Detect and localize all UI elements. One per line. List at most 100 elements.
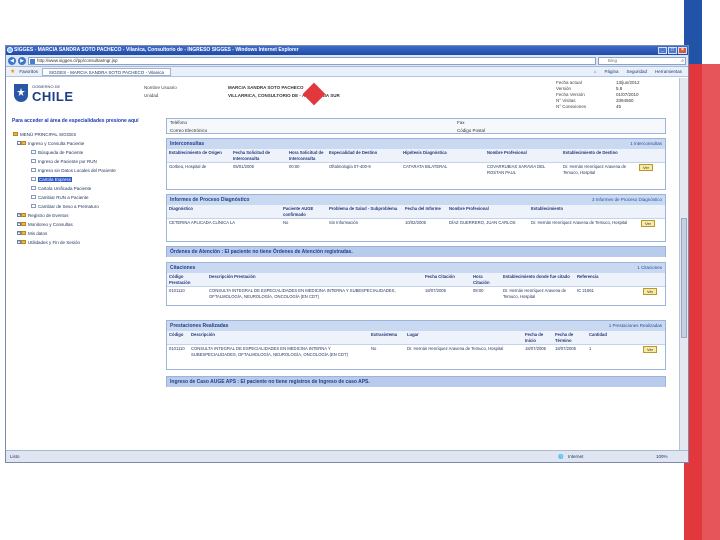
favorites-star-icon[interactable]: ★ [10, 68, 15, 75]
table-cell: No [283, 220, 289, 225]
window-title: SIGGES - MARCIA SANDRA SOTO PACHECO - Vi… [14, 47, 299, 53]
home-icon[interactable]: ⌂ [592, 68, 599, 76]
ordenes-title: Órdenes de Atención : El paciente no tie… [167, 247, 665, 257]
sidebar-item-label: Mis datos [28, 231, 48, 236]
favorites-label[interactable]: Favoritos [19, 69, 38, 74]
page-icon [31, 186, 36, 190]
page-icon [31, 159, 36, 163]
window-titlebar: SIGGES - MARCIA SANDRA SOTO PACHECO - Vi… [6, 46, 688, 55]
sidebar-item-label: Cartola Express [38, 177, 73, 182]
internet-zone-icon: 🌐 [558, 454, 564, 459]
table-cell: Ver [639, 219, 663, 228]
browser-tab[interactable]: SIGGES - MARCIA SANDRA SOTO PACHECO - Vi… [41, 67, 171, 76]
column-header: Establecimiento donde fue citado [503, 274, 570, 279]
sigges-header: GOBIERNO DE CHILE Nombre Usuario Unidad … [6, 78, 680, 118]
codigo-postal-label: Código Postal [457, 128, 486, 133]
close-button[interactable]: × [678, 47, 687, 54]
sidebar-item-9[interactable]: + Registro de Eventos [12, 211, 164, 220]
favicon-icon [30, 58, 35, 64]
sidebar-item-label: Cambiar RUN a Paciente [38, 195, 89, 200]
scrollbar-thumb[interactable] [681, 218, 687, 338]
toolbar-security[interactable]: Seguridad [624, 68, 649, 76]
table-cell: No [371, 346, 377, 351]
gobierno-logo: GOBIERNO DE CHILE [14, 82, 74, 112]
informes-title: Informes de Proceso Diagnóstico 3 Inform… [167, 195, 665, 205]
sidebar-item-label: Ingreso y Consulta Paciente [28, 141, 85, 146]
ver-button[interactable]: Ver [643, 346, 658, 353]
table-row: CETERINA APLICADA CLÍNICA LA No Sin Inform… [167, 219, 665, 228]
ver-button[interactable]: Ver [639, 164, 654, 171]
column-header [641, 273, 663, 286]
search-icon[interactable]: ⌕ [681, 58, 684, 64]
table-row: 0101110 CONSULTA INTEGRAL DE ESPECIALIDAD… [167, 345, 665, 358]
column-header: Cantidad [589, 332, 607, 337]
citaciones-panel: Citaciones 1 Citaciones Código Prestació… [166, 262, 666, 306]
especialidades-link[interactable]: Para acceder al área de especialidades p… [12, 118, 164, 124]
shield-icon [14, 84, 28, 102]
sidebar-item-10[interactable]: + Monitoreo y Consultas [12, 220, 164, 229]
citaciones-header-row: Código Prestación Descripción Prestación F… [167, 273, 665, 287]
back-icon[interactable]: ◀ [8, 56, 16, 65]
ver-button[interactable]: Ver [641, 220, 656, 227]
vertical-scrollbar[interactable] [679, 78, 688, 452]
table-cell: 00:00 [289, 164, 300, 169]
user-name-label: Nombre Usuario [144, 85, 177, 90]
table-cell: CATARATA BILATERAL [403, 164, 448, 169]
url-text: http://www.sigges.cl/pp/consultasIngr.js… [37, 57, 118, 63]
prestaciones-header-row: Código Descripción Extrasistema Lugar Fecha … [167, 331, 665, 345]
minimize-button[interactable]: _ [658, 47, 667, 54]
table-cell: 18/07/2005 [555, 346, 576, 351]
table-cell: 18/07/2005 [425, 288, 446, 293]
ingreso-auge-title: Ingreso de Caso AUGE APS : El paciente n… [167, 377, 665, 387]
forward-icon[interactable]: ▶ [18, 56, 26, 65]
sidebar-item-7[interactable]: Cambiar RUN a Paciente [12, 193, 164, 202]
column-header: Especialidad de Destino [329, 150, 378, 155]
table-cell: Dr. Hernán Henríquez Aravena de Temuco, … [407, 346, 504, 351]
toolbar-page[interactable]: Página [602, 68, 620, 76]
column-header: Problema de Salud - Subproblema [329, 206, 398, 211]
sidebar-item-4[interactable]: Ingreso sin Datos Locales del Paciente [12, 166, 164, 175]
folder-icon [21, 231, 26, 235]
maximize-button[interactable]: □ [668, 47, 677, 54]
zoom-level[interactable]: 100% [656, 454, 668, 459]
sidebar-item-11[interactable]: + Mis datos [12, 229, 164, 238]
interconsultas-header-row: Establecimiento de Origen Fecha Solicitud… [167, 149, 665, 163]
column-header: Descripción Prestación [209, 274, 256, 279]
page-icon [31, 168, 36, 172]
sidebar-item-2[interactable]: Búsqueda de Paciente [12, 148, 164, 157]
ver-button[interactable]: Ver [643, 288, 658, 295]
ingreso-auge-panel: Ingreso de Caso AUGE APS : El paciente n… [166, 376, 666, 387]
column-header: Descripción [191, 332, 215, 337]
meta-value-conexiones: 45 [616, 104, 622, 109]
sidebar-item-12[interactable]: + Utilidades y Fin de Sesión [12, 238, 164, 247]
column-header: Establecimiento [531, 206, 564, 211]
sidebar-item-1[interactable]: - Ingreso y Consulta Paciente [12, 139, 164, 148]
sidebar-item-label: Ingreso sin Datos Locales del Paciente [38, 168, 116, 173]
column-header: Fecha de Término [555, 332, 574, 343]
toolbar-tools[interactable]: Herramientas [653, 68, 684, 76]
sidebar-item-label: MENÚ PRINCIPAL SIGGES [20, 132, 77, 137]
sidebar-item-8[interactable]: Cambiar de Sexo a Prematuro [12, 202, 164, 211]
sidebar-item-0[interactable]: MENÚ PRINCIPAL SIGGES [12, 130, 164, 139]
prestaciones-panel: Prestaciones Realizadas 1 Prestaciones R… [166, 320, 666, 370]
table-cell: Dr. Hernán Henríquez Aravena de Temuco, … [503, 288, 567, 299]
informes-header-row: Diagnóstico Paciente AUGE confirmado Probl… [167, 205, 665, 219]
column-header: Paciente AUGE confirmado [283, 206, 314, 217]
informes-count: 3 Informes de Proceso Diagnóstico [591, 197, 662, 202]
sidebar-item-label: Cambiar de Sexo a Prematuro [38, 204, 99, 209]
sidebar-item-5[interactable]: Cartola Express [12, 175, 164, 184]
folder-icon [21, 240, 26, 244]
chile-flag-stripe [684, 0, 720, 540]
sidebar-item-6[interactable]: Cartola Unificada Paciente [12, 184, 164, 193]
column-header: Fecha de Inicio [525, 332, 544, 343]
url-input[interactable]: http://www.sigges.cl/pp/consultasIngr.js… [28, 56, 596, 65]
table-cell: DÍAZ GUERRERO, JUAN CARLOS [449, 220, 516, 225]
folder-icon [21, 141, 26, 145]
contact-fields: Teléfono Fax Correo Electrónico Código P… [166, 118, 666, 134]
table-cell: 18/07/2005 [525, 346, 546, 351]
interconsultas-title-text: Interconsultas [170, 141, 205, 147]
search-input[interactable]: Bing ⌕ [598, 56, 686, 65]
sidebar-item-3[interactable]: Ingreso de Paciente por RUN [12, 157, 164, 166]
column-header: Extrasistema [371, 332, 398, 337]
interconsultas-panel: Interconsultas 1 Interconsultas Establec… [166, 138, 666, 190]
